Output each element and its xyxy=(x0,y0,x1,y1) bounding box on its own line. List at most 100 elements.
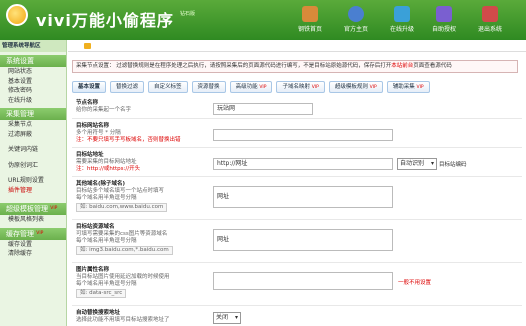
nav-upgrade[interactable]: 在线升级 xyxy=(378,0,426,40)
form-row-target-url: 目标站地址 需要采集的目标网站地址 注：http://或https://开头 htt… xyxy=(72,149,522,177)
sidebar-item-pseudo-original[interactable]: 伪原创词汇 xyxy=(0,161,66,171)
home-icon[interactable] xyxy=(84,43,91,49)
logo-badge: 钻石版 xyxy=(180,11,196,17)
field-title: 目标网站名称 xyxy=(76,123,110,129)
tab-label: 基本设置 xyxy=(78,84,101,90)
field-desc: 选择此功能不用填写目标站搜索地址了 xyxy=(76,317,170,323)
form-row-target-domain: 目标网站名称 多个用符号 * 分隔 注：不要只填写手写板域名，否则替换出错 xyxy=(72,120,522,148)
nav-official[interactable]: 官方主页 xyxy=(332,0,380,40)
sidebar-item-filter[interactable]: 过滤屏蔽 xyxy=(0,130,66,140)
tab-advanced[interactable]: 高级功能 VIP xyxy=(229,81,273,93)
node-name-input[interactable]: 玩站网 xyxy=(213,103,313,115)
tab-label: 超级模板规则 xyxy=(334,84,368,90)
vip-badge: VIP xyxy=(50,206,58,211)
sidebar-item-online-upgrade[interactable]: 在线升级 xyxy=(0,96,66,106)
sidebar-item-plugins[interactable]: 插件管理 xyxy=(0,186,66,196)
field-desc: 每个域名用半角逗号分隔 xyxy=(76,238,137,244)
target-domain-input[interactable] xyxy=(213,129,393,141)
field-note: 注：不要只填写手写板域名，否则替换出错 xyxy=(76,137,181,143)
sidebar-title: 管理系统导航区 xyxy=(0,40,66,52)
form-row-auto-replace: 自动替换搜索地址 选择此功能不用填写目标站搜索地址了 关闭 xyxy=(72,307,522,326)
field-label: 目标站地址 需要采集的目标网站地址 注：http://或https://开头 xyxy=(76,152,211,173)
auto-replace-select[interactable]: 关闭 xyxy=(213,312,241,324)
field-note: 注：http://或https://开头 xyxy=(76,166,141,172)
house-icon xyxy=(302,6,318,22)
target-url-input[interactable]: http://网址 xyxy=(213,158,393,170)
sidebar-item-url-rules[interactable]: URL规则设置 xyxy=(0,176,66,186)
field-desc: 给你的采集起一个名字 xyxy=(76,107,132,113)
tab-label: 资源替换 xyxy=(197,84,220,90)
tab-bar: 基本设置 替换过滤 自定义标签 资源替换 高级功能 VIP 子域名映射 VIP 超级模板规则… xyxy=(72,81,434,95)
image-attr-input[interactable] xyxy=(213,272,393,290)
sidebar-item-template-list[interactable]: 模板风格列表 xyxy=(0,215,66,225)
image-attr-hint: 一般不用设置 xyxy=(398,280,432,286)
tab-basic[interactable]: 基本设置 xyxy=(72,81,107,93)
vip-badge: VIP xyxy=(369,85,377,90)
nav-upgrade-label: 在线升级 xyxy=(389,26,414,33)
upgrade-icon xyxy=(394,6,410,22)
form-row-node-name: 节点名称 给你的采集起一个名字 玩站网 xyxy=(72,100,522,119)
logo-text: vivi万能小偷程序 xyxy=(36,11,174,30)
tab-subdomain[interactable]: 子域名映射 VIP xyxy=(276,81,325,93)
field-desc: 多个用符号 * 分隔 xyxy=(76,130,121,136)
tab-assist[interactable]: 辅助采集 VIP xyxy=(386,81,430,93)
notice-bar: 采集节点设置： 过滤替换规则是在程序处理之后执行，请按照采集后的页面源代码进行编… xyxy=(72,60,518,73)
tab-label: 辅助采集 xyxy=(392,84,415,90)
nav-license-label: 自助授权 xyxy=(431,26,456,33)
field-title: 自动替换搜索地址 xyxy=(76,310,121,316)
field-label: 目标网站名称 多个用符号 * 分隔 注：不要只填写手写板域名，否则替换出错 xyxy=(76,123,211,144)
vip-badge: VIP xyxy=(416,85,424,90)
nav-home[interactable]: 钢铁首页 xyxy=(286,0,334,40)
sidebar-section-system[interactable]: 系统设置 xyxy=(0,55,66,67)
field-hint: 如: img3.baidu.com,*.baidu.com xyxy=(76,246,173,255)
sidebar-item-clear-cache[interactable]: 清除缓存 xyxy=(0,249,66,259)
field-label: 目标站资源域名 可填写需要采集的css图片等资源域名 每个域名用半角逗号分隔如: i… xyxy=(76,224,211,255)
form-row-image-attr: 图片属性名称 当目标站图片使用延迟加载的时候使用 每个域名用半角逗号分隔 如: dat… xyxy=(72,264,522,306)
field-title: 目标站资源域名 xyxy=(76,224,115,230)
field-label: 自动替换搜索地址 选择此功能不用填写目标站搜索地址了 xyxy=(76,310,211,324)
field-desc: 可填写需要采集的css图片等资源域名 xyxy=(76,231,168,237)
tab-filter[interactable]: 替换过滤 xyxy=(110,81,145,93)
sidebar-item-keyword-links[interactable]: 关键词内链 xyxy=(0,145,66,155)
nav-license[interactable]: 自助授权 xyxy=(420,0,468,40)
sidebar-item-collect-nodes[interactable]: 采集节点 xyxy=(0,120,66,130)
nav-official-label: 官方主页 xyxy=(343,26,368,33)
tab-label: 高级功能 xyxy=(235,84,258,90)
tab-super-template[interactable]: 超级模板规则 VIP xyxy=(328,81,383,93)
notice-suffix: 页面查看源代码 xyxy=(413,63,452,69)
tab-label: 自定义标签 xyxy=(154,84,182,90)
form-row-resource-domain: 目标站资源域名 可填写需要采集的css图片等资源域名 每个域名用半角逗号分隔如: i… xyxy=(72,221,522,263)
encoding-select[interactable]: 自动识别 xyxy=(397,158,437,170)
vip-badge: VIP xyxy=(259,85,267,90)
notice-link[interactable]: 本站前台 xyxy=(391,63,413,69)
nav-logout[interactable]: 退出系统 xyxy=(466,0,514,40)
sidebar-section-cache[interactable]: 缓存管理 VIP xyxy=(0,227,66,240)
sidebar-section-template[interactable]: 超级模板管理 VIP xyxy=(0,203,66,215)
logo-icon xyxy=(6,4,28,26)
field-desc: 当目标站图片使用延迟加载的时候使用 xyxy=(76,274,170,280)
field-label: 节点名称 给你的采集起一个名字 xyxy=(76,100,211,114)
sidebar-item-change-password[interactable]: 修改密码 xyxy=(0,86,66,96)
sidebar-item-site-status[interactable]: 网站状态 xyxy=(0,67,66,77)
field-hint: 如: data-src_src xyxy=(76,289,127,298)
sidebar-section-collect[interactable]: 采集管理 xyxy=(0,108,66,120)
sidebar: 管理系统导航区 系统设置 网站状态 基本设置 修改密码 在线升级 采集管理 采集… xyxy=(0,40,67,326)
sidebar-item-cache-settings[interactable]: 缓存设置 xyxy=(0,240,66,250)
encoding-label: 目标站编码 xyxy=(439,162,467,168)
exit-icon xyxy=(482,6,498,22)
sidebar-item-basic-settings[interactable]: 基本设置 xyxy=(0,77,66,87)
other-domain-input[interactable]: 网址 xyxy=(213,186,393,208)
tab-custom-tags[interactable]: 自定义标签 xyxy=(148,81,188,93)
tab-resource[interactable]: 资源替换 xyxy=(191,81,226,93)
breadcrumb xyxy=(68,40,526,52)
section-label: 超级模板管理 xyxy=(6,205,48,213)
key-icon xyxy=(436,6,452,22)
nav-home-label: 钢铁首页 xyxy=(297,26,322,33)
field-desc: 需要采集的目标网站地址 xyxy=(76,159,137,165)
field-title: 节点名称 xyxy=(76,100,99,106)
vip-badge: VIP xyxy=(36,230,44,236)
resource-domain-input[interactable]: 网址 xyxy=(213,229,393,251)
main-content: 采集节点设置： 过滤替换规则是在程序处理之后执行，请按照采集后的页面源代码进行编… xyxy=(68,40,526,326)
field-label: 图片属性名称 当目标站图片使用延迟加载的时候使用 每个域名用半角逗号分隔 如: dat… xyxy=(76,267,211,298)
nav-logout-label: 退出系统 xyxy=(477,26,502,33)
